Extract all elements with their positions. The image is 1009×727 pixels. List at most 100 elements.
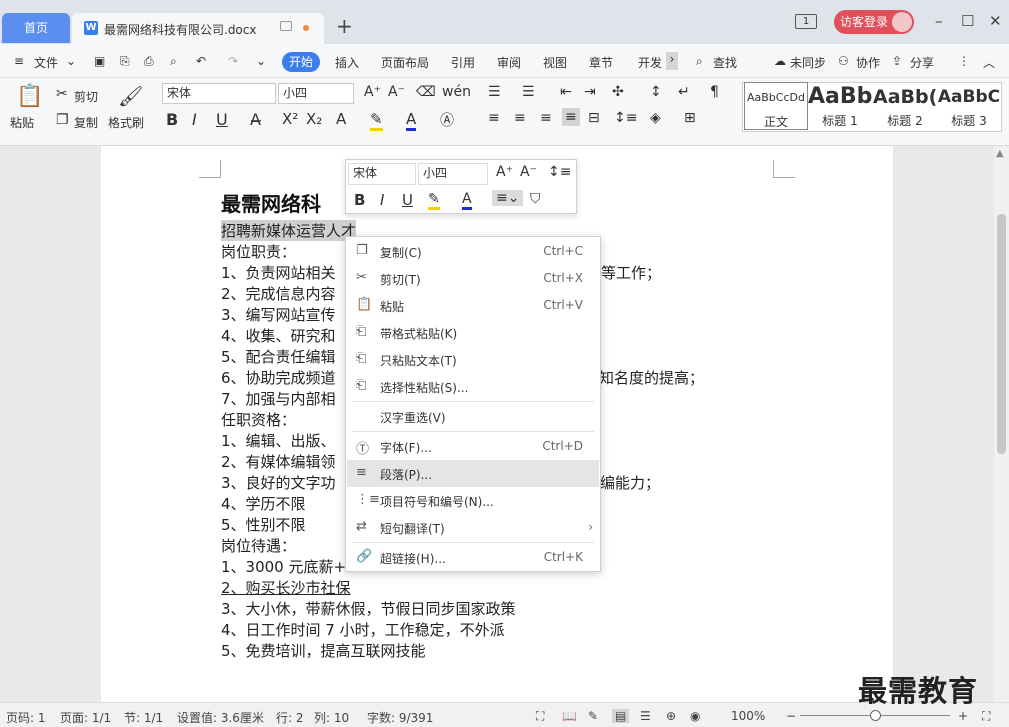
superscript-icon[interactable]: X² (282, 110, 298, 128)
copy-icon[interactable]: ❐ (56, 112, 69, 128)
hamburger-icon[interactable]: ≡ (14, 54, 24, 68)
write-mode-icon[interactable]: ✎ (588, 709, 598, 723)
clear-format-icon[interactable]: ⌫ (416, 84, 436, 100)
align-icon[interactable]: ≡⌄ (492, 190, 524, 206)
fit-page-icon[interactable]: ⛶ (982, 709, 990, 724)
align-left-icon[interactable]: ≡ (488, 110, 500, 126)
scroll-tabs-icon[interactable]: › (666, 52, 678, 70)
undo-icon[interactable]: ↶ (196, 54, 206, 68)
maximize-icon[interactable]: ☐ (961, 12, 974, 30)
menu-item-paste-format[interactable]: ⎗ 带格式粘贴(K) (347, 319, 599, 346)
char-border-icon[interactable]: Ⓐ (440, 110, 454, 130)
menu-item-paragraph[interactable]: ≡ 段落(P)... (347, 460, 599, 487)
format-painter-icon[interactable]: 🖌 (118, 84, 143, 108)
show-marks-icon[interactable]: ↵ (678, 84, 690, 100)
cut-button[interactable]: 剪切 (74, 88, 98, 105)
collab-label[interactable]: 协作 (856, 54, 880, 71)
sort-icon[interactable]: ↕ (650, 84, 662, 100)
shrink-font-icon[interactable]: A⁻ (520, 164, 537, 180)
menu-item-paste-text[interactable]: ⎗ 只粘贴文本(T) (347, 346, 599, 373)
tab-review[interactable]: 审阅 (497, 54, 521, 71)
read-mode-icon[interactable]: 📖 (562, 709, 577, 723)
minimize-icon[interactable]: – (935, 12, 943, 30)
web-view-icon[interactable]: ⊕ (666, 709, 676, 723)
shading-icon[interactable]: ◈ (650, 110, 661, 126)
menu-item-paste-special[interactable]: ⎗ 选择性粘贴(S)... (347, 373, 599, 400)
bullets-icon[interactable]: ☰ (488, 84, 501, 100)
redo-icon[interactable]: ↷ (228, 54, 238, 68)
scroll-up-icon[interactable]: ▲ (996, 148, 1004, 159)
tab-start[interactable]: 开始 (282, 52, 320, 72)
focus-mode-icon[interactable]: ⛶ (536, 709, 544, 724)
tab-dev[interactable]: 开发 (638, 54, 662, 71)
style-heading-2[interactable]: AaBb(标题 2 (873, 82, 937, 130)
style-heading-1[interactable]: AaBb 标题 1 (808, 82, 872, 130)
font-family-select[interactable]: 宋体 (162, 83, 276, 104)
style-normal[interactable]: AaBbCcDd 正文 (744, 82, 808, 130)
shrink-font-icon[interactable]: A⁻ (388, 84, 405, 100)
save-icon[interactable]: ▣ (94, 54, 105, 68)
menu-file[interactable]: 文件 (34, 54, 58, 71)
page-view-icon[interactable]: ▤ (612, 709, 630, 723)
paragraph-mark-icon[interactable]: ¶ (710, 84, 719, 100)
tab-home[interactable]: 首页 (2, 13, 70, 43)
menu-item-hyperlink[interactable]: 🔗 超链接(H)... Ctrl+K (347, 544, 599, 571)
outline-view-icon[interactable]: ☰ (640, 709, 651, 723)
mini-size-select[interactable]: 小四 (418, 163, 488, 185)
vertical-scrollbar[interactable]: ▲ (994, 146, 1009, 702)
collapse-ribbon-icon[interactable]: ︿ (983, 54, 995, 71)
zoom-slider-handle[interactable] (870, 710, 881, 721)
line-spacing-icon[interactable]: ↕≡ (614, 110, 637, 126)
page-indicator[interactable]: 1 (795, 14, 817, 29)
tab-chapter[interactable]: 章节 (589, 54, 613, 71)
zoom-in-icon[interactable]: + (958, 709, 968, 723)
highlight-icon[interactable]: ✎ (428, 191, 440, 210)
format-painter-button[interactable]: 格式刷 (108, 114, 144, 131)
search-icon[interactable]: ⌕ (696, 54, 703, 69)
tab-layout[interactable]: 页面布局 (381, 54, 429, 71)
status-words[interactable]: 字数: 9/391 (367, 709, 433, 726)
paste-button[interactable]: 粘贴 (10, 114, 34, 131)
mini-font-select[interactable]: 宋体 (348, 163, 416, 185)
align-right-icon[interactable]: ≡ (540, 110, 552, 126)
subscript-icon[interactable]: X₂ (306, 110, 322, 128)
font-color-icon[interactable]: A (406, 110, 417, 131)
menu-item-bullets[interactable]: ⋮≡ 项目符号和编号(N)... (347, 487, 599, 514)
style-heading-3[interactable]: AaBbC 标题 3 (937, 82, 1001, 130)
italic-icon[interactable]: I (192, 110, 197, 129)
bold-icon[interactable]: B (354, 191, 365, 209)
font-size-select[interactable]: 小四 (278, 83, 354, 104)
cut-icon[interactable]: ✂ (56, 86, 68, 102)
underline-icon[interactable]: U (216, 110, 228, 129)
bold-icon[interactable]: B (166, 110, 178, 129)
strikethrough-icon[interactable]: A̶ (250, 110, 261, 129)
share-label[interactable]: 分享 (910, 54, 934, 71)
highlight-icon[interactable]: ✎ (370, 110, 383, 131)
tab-reference[interactable]: 引用 (451, 54, 475, 71)
paste-icon[interactable]: 📋 (16, 84, 43, 109)
font-color-icon[interactable]: A (462, 191, 472, 210)
grow-font-icon[interactable]: A⁺ (496, 164, 513, 180)
borders-icon[interactable]: ⊞ (684, 110, 696, 126)
menu-item-font[interactable]: Ⓣ 字体(F)... Ctrl+D (347, 433, 599, 460)
visitor-login-button[interactable]: 访客登录 (834, 10, 914, 34)
search-label[interactable]: 查找 (713, 54, 737, 71)
justify-icon[interactable]: ≡ (562, 108, 580, 126)
copy-button[interactable]: 复制 (74, 114, 98, 131)
tab-view[interactable]: 视图 (543, 54, 567, 71)
distribute-icon[interactable]: ⊟ (588, 110, 600, 126)
menu-item-paste[interactable]: 📋 粘贴 Ctrl+V (347, 292, 599, 319)
grow-font-icon[interactable]: A⁺ (364, 84, 381, 100)
export-icon[interactable]: ⎘ (120, 54, 130, 69)
align-center-icon[interactable]: ≡ (514, 110, 526, 126)
underline-icon[interactable]: U (402, 191, 413, 209)
zoom-out-icon[interactable]: − (786, 709, 796, 723)
format-painter-icon[interactable]: ⛉ (530, 191, 541, 207)
close-icon[interactable]: ✕ (989, 12, 1002, 30)
line-spacing-icon[interactable]: ↕≡ (548, 164, 571, 180)
menu-item-reselect-hanzi[interactable]: 汉字重选(V) (347, 403, 599, 430)
unsync-label[interactable]: 未同步 (790, 54, 826, 71)
menu-item-cut[interactable]: ✂ 剪切(T) Ctrl+X (347, 265, 599, 292)
phonetic-icon[interactable]: wén (442, 84, 471, 100)
customize-icon[interactable]: ⌄ (256, 54, 266, 68)
